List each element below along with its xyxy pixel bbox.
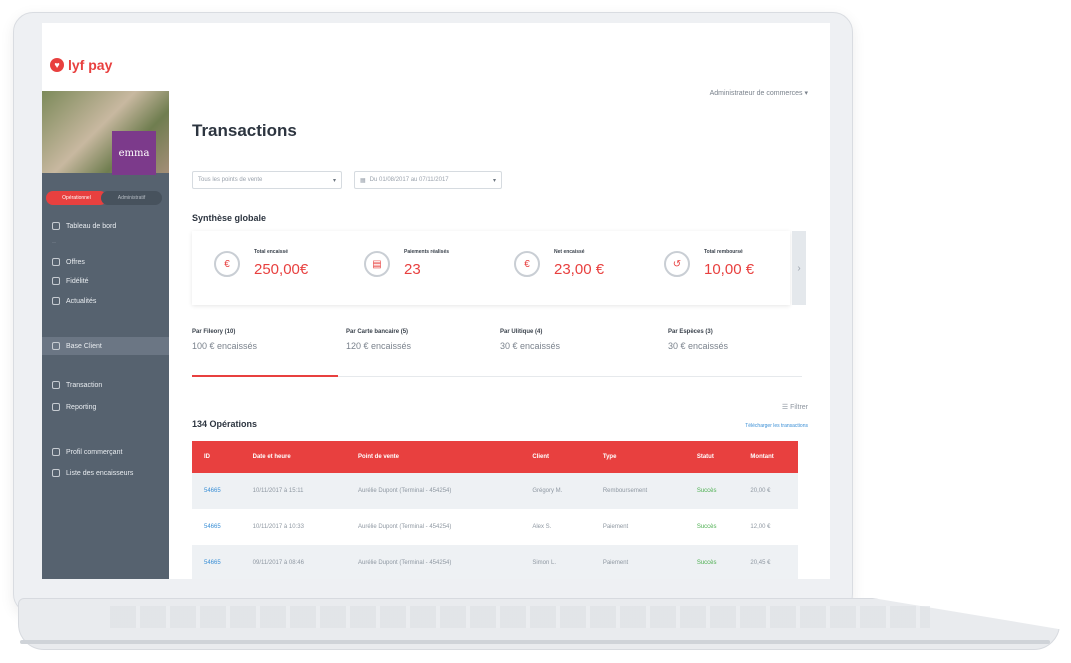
table-cell: 09/11/2017 à 08:46 — [240, 545, 346, 579]
column-header[interactable]: Date et heure — [240, 441, 346, 473]
transactions-table: ID Date et heure Point de vente Client T… — [192, 441, 798, 579]
brand-tile: emma — [112, 131, 156, 175]
section-title: Synthèse globale — [192, 213, 267, 223]
table-cell: Alex S. — [532, 524, 552, 530]
transaction-id-link[interactable]: 54665 — [192, 509, 241, 545]
column-header[interactable]: Point de vente — [345, 441, 521, 473]
chevron-right-icon[interactable]: › — [792, 231, 806, 305]
sidebar-item-dashboard[interactable]: Tableau de bord — [42, 217, 169, 235]
status-badge: Succès — [696, 524, 717, 530]
table-cell: Aurélie Dupont (Terminal - 454254) — [345, 473, 521, 509]
tag-icon — [52, 258, 60, 266]
dashboard-icon — [52, 222, 60, 230]
table-cell: Remboursement — [590, 473, 685, 509]
table-cell: Paiement — [602, 524, 629, 530]
payment-method-tabs: Par Fileory (10) 100 € encaissés Par Car… — [192, 329, 802, 379]
transaction-id-link[interactable]: 54665 — [192, 473, 241, 509]
logo[interactable]: ♥ lyf pay — [50, 57, 112, 73]
filter-button[interactable]: ☰ Filtrer — [782, 403, 808, 411]
table-cell: Paiement — [590, 545, 685, 579]
status-badge: Succès — [684, 545, 739, 579]
table-cell: 10/11/2017 à 10:33 — [252, 524, 304, 530]
nav-divider: — — [52, 239, 57, 244]
kpi-net-collected: € Net encaissé 23,00 € — [502, 243, 642, 291]
card-icon — [52, 381, 60, 389]
calendar-icon: ▦ — [360, 177, 366, 184]
hero-photo: emma — [42, 91, 169, 175]
table-cell: 12,00 € — [750, 524, 771, 530]
refund-icon: ↺ — [664, 251, 690, 277]
table-cell: Aurélie Dupont (Terminal - 454254) — [345, 545, 521, 579]
page-title: Transactions — [192, 121, 297, 140]
sidebar-item-loyalty[interactable]: Fidélité — [42, 272, 169, 290]
list-icon — [52, 469, 60, 477]
table-cell: Simon L. — [520, 545, 591, 579]
coin-icon: € — [214, 251, 240, 277]
sidebar-item-offers[interactable]: Offres — [42, 253, 169, 271]
laptop-lid: ♥ lyf pay Administrateur de commerces ▾ … — [13, 12, 853, 614]
chevron-down-icon: ▾ — [492, 178, 496, 184]
operations-count: 134 Opérations — [192, 419, 258, 429]
table-cell: 20,45 € — [738, 545, 798, 579]
chevron-down-icon: ▾ — [332, 178, 336, 184]
table-cell: Grégory M. — [520, 473, 591, 509]
column-header[interactable]: Client — [520, 441, 591, 473]
news-icon — [52, 297, 60, 305]
tab-card[interactable]: Par Carte bancaire (5) 120 € encaissés — [346, 329, 486, 351]
table-row[interactable]: 54665 09/11/2017 à 08:46 Aurélie Dupont … — [192, 545, 798, 579]
kpi-strip: € Total encaissé 250,00€ ▤ Paiements réa… — [192, 231, 790, 305]
report-icon — [52, 403, 60, 411]
cash-register-icon: ▤ — [364, 251, 390, 277]
table-cell: Aurélie Dupont (Terminal - 454254) — [357, 524, 452, 530]
column-header[interactable]: Type — [590, 441, 685, 473]
kpi-total-collected: € Total encaissé 250,00€ — [202, 243, 342, 291]
user-menu[interactable]: Administrateur de commerces ▾ — [710, 89, 808, 97]
sidebar-item-reporting[interactable]: Reporting — [42, 398, 169, 416]
tab-cash[interactable]: Par Espèces (3) 30 € encaissés — [668, 329, 808, 351]
column-header[interactable]: ID — [192, 441, 241, 473]
kpi-payments: ▤ Paiements réalisés 23 — [352, 243, 492, 291]
sidebar-item-news[interactable]: Actualités — [42, 292, 169, 310]
sidebar-item-cashiers[interactable]: Liste des encaisseurs — [42, 464, 169, 482]
logo-text: lyf pay — [68, 57, 113, 73]
base-edge — [20, 640, 1050, 644]
toggle-administrative[interactable]: Administratif — [101, 191, 162, 205]
gift-icon — [52, 277, 60, 285]
transaction-id-link[interactable]: 54665 — [192, 545, 241, 579]
sidebar-item-customers[interactable]: Base Client — [42, 337, 169, 355]
sidebar-item-merchant-profile[interactable]: Profil commerçant — [42, 443, 169, 461]
column-header[interactable]: Statut — [684, 441, 739, 473]
table-row[interactable]: 54665 10/11/2017 à 10:33 Aurélie Dupont … — [192, 509, 798, 545]
export-link[interactable]: Télécharger les transactions — [745, 423, 808, 429]
column-header[interactable]: Montant — [738, 441, 798, 473]
date-range-select[interactable]: ▦ Du 01/08/2017 au 07/11/2017 ▾ — [354, 171, 502, 189]
tab-fileory[interactable]: Par Fileory (10) 100 € encaissés — [192, 329, 332, 351]
active-tab-indicator — [192, 375, 338, 377]
screen: ♥ lyf pay Administrateur de commerces ▾ … — [42, 23, 830, 579]
heart-icon: ♥ — [50, 58, 64, 72]
keyboard — [110, 606, 930, 628]
table-cell: 10/11/2017 à 15:11 — [240, 473, 346, 509]
status-badge: Succès — [684, 473, 739, 509]
table-row[interactable]: 54665 10/11/2017 à 15:11 Aurélie Dupont … — [192, 473, 798, 509]
tab-ulitique[interactable]: Par Ulitique (4) 30 € encaissés — [500, 329, 640, 351]
kpi-refunded: ↺ Total remboursé 10,00 € — [652, 243, 792, 291]
table-header: ID Date et heure Point de vente Client T… — [192, 441, 798, 473]
filter-icon: ☰ — [781, 404, 791, 411]
sidebar: emma Opérationnel Administratif Tableau … — [42, 91, 169, 579]
top-bar: ♥ lyf pay — [42, 23, 830, 81]
store-icon — [52, 448, 60, 456]
user-icon — [52, 342, 60, 350]
point-of-sale-select[interactable]: Tous les points de vente ▾ — [192, 171, 342, 189]
coin-icon: € — [514, 251, 540, 277]
sidebar-item-transactions[interactable]: Transaction — [42, 376, 169, 394]
table-cell: 20,00 € — [738, 473, 798, 509]
mode-toggle[interactable]: Opérationnel Administratif — [46, 191, 162, 205]
toggle-operational[interactable]: Opérationnel — [46, 191, 107, 205]
